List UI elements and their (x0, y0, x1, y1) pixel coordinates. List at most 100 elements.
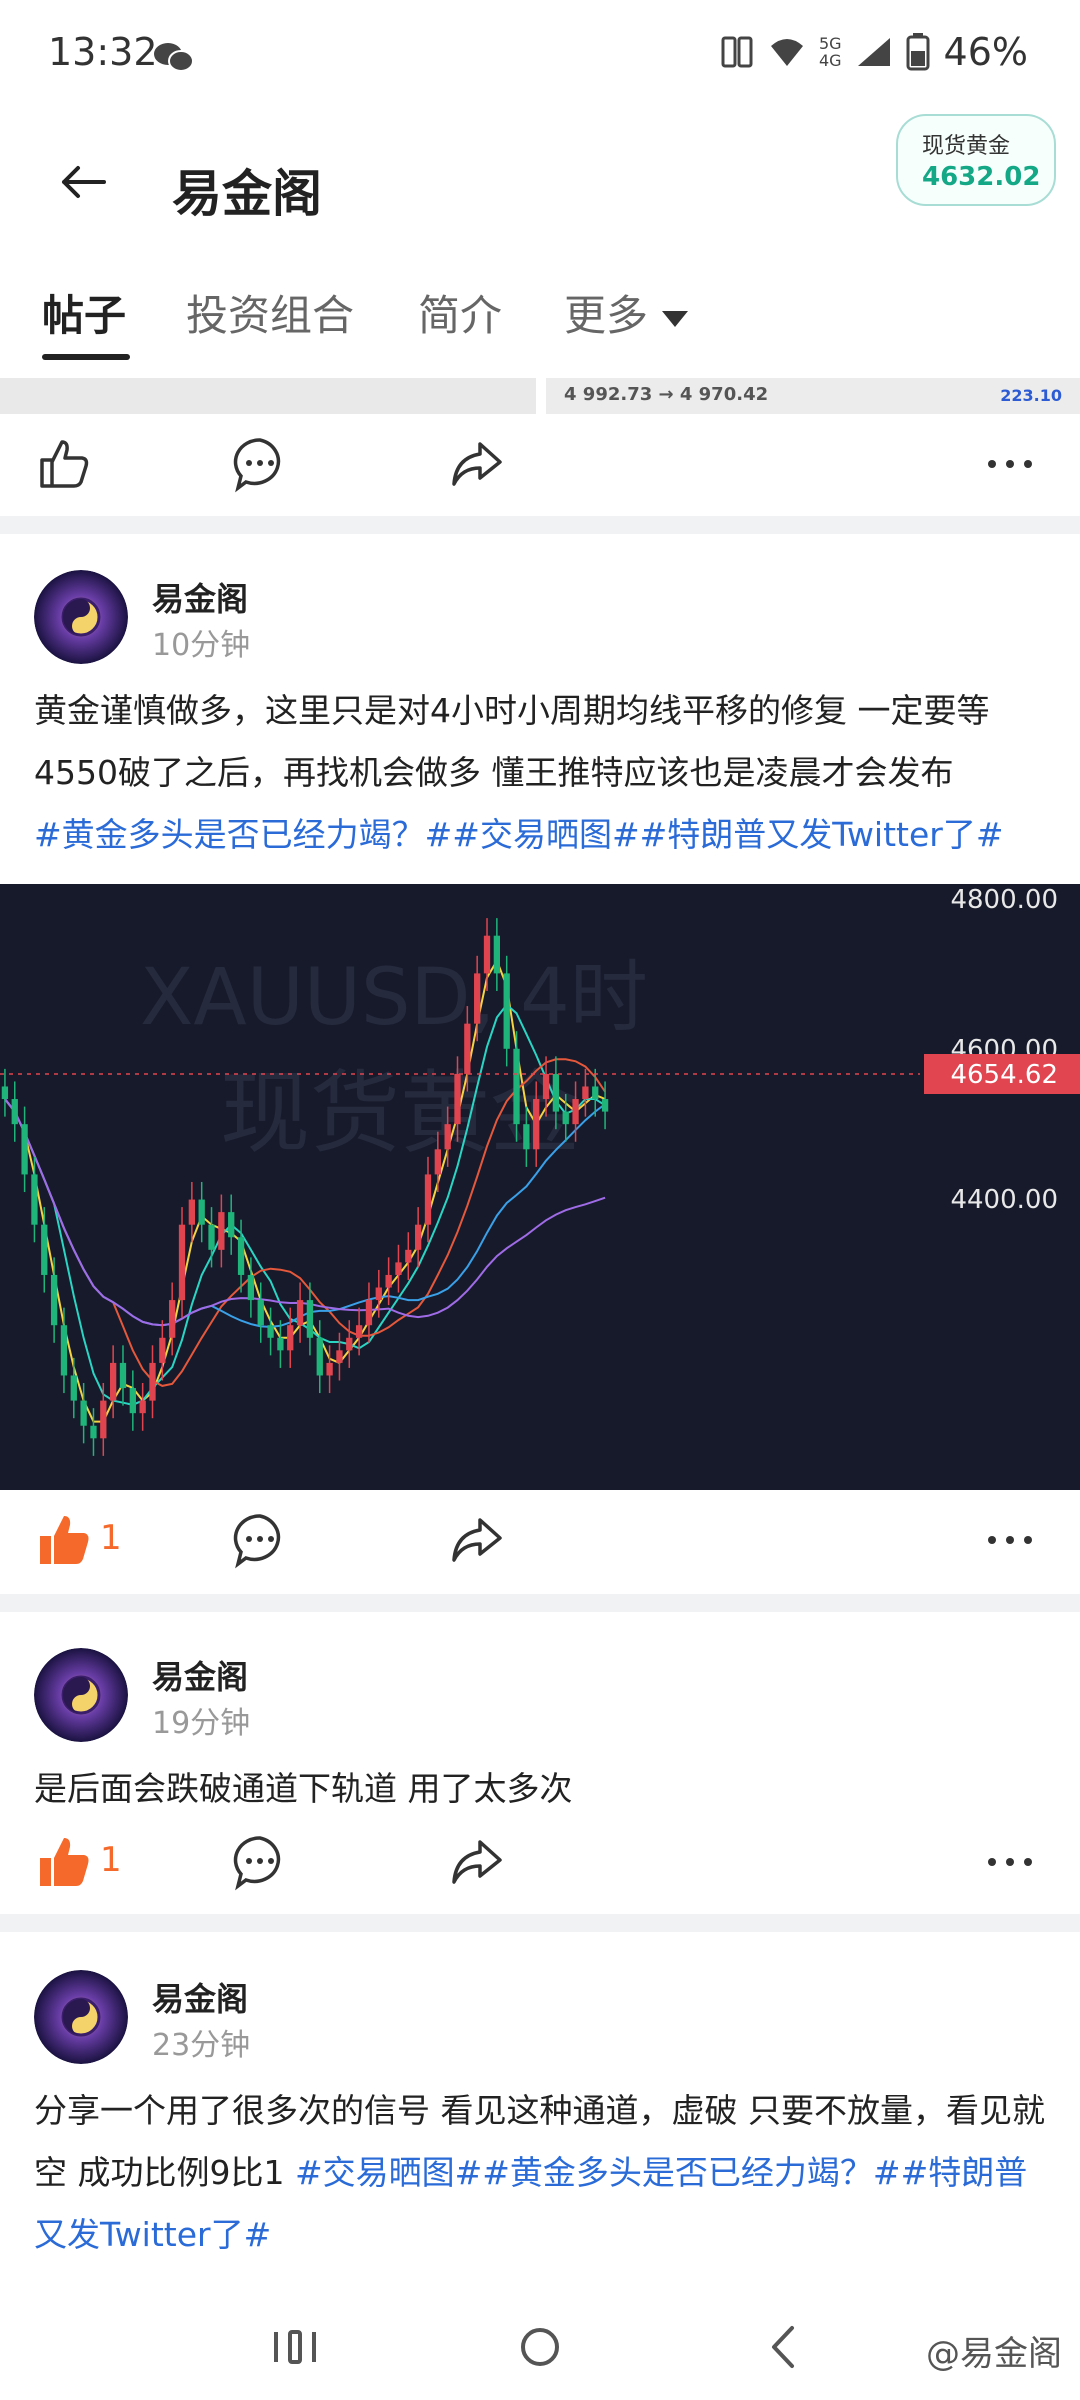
caret-down-icon (662, 310, 689, 327)
candle-body (41, 1224, 48, 1275)
comment-icon[interactable] (230, 434, 290, 494)
tab-intro[interactable]: 简介 (418, 282, 502, 343)
y-tick-label: 4400.00 (950, 1185, 1058, 1215)
candle-body (542, 1073, 550, 1100)
candle-body (247, 1274, 255, 1301)
candle-body (513, 1048, 520, 1125)
candle-body (287, 1325, 294, 1351)
current-price-label: 4654.62 (950, 1060, 1058, 1090)
share-icon[interactable] (446, 1510, 506, 1570)
avatar[interactable] (34, 1648, 128, 1742)
battery-icon (906, 33, 930, 71)
page-title: 易金阁 (172, 165, 322, 223)
candle-body (434, 1149, 441, 1175)
post-chart-image[interactable]: XAUUSD, 4时 现货黄金 4800.00 4600.00 4400.00 … (0, 884, 1080, 1490)
spot-gold-price: 4632.02 (922, 162, 1041, 192)
more-options-icon[interactable] (980, 434, 1040, 494)
post-content[interactable]: 黄金谨慎做多，这里只是对4小时小周期均线平移的修复 一定要等4550破了之后，再… (34, 680, 1054, 866)
candle-body (109, 1362, 117, 1401)
home-icon[interactable] (505, 2312, 575, 2382)
profile-tabs: 帖子 投资组合 简介 更多 (0, 270, 1080, 370)
status-bar: 13:32 5G 4G 46% (0, 0, 1080, 110)
system-nav-bar: @易金阁 (0, 2290, 1080, 2400)
candle-body (474, 973, 481, 1024)
candlestick-chart: XAUUSD, 4时 现货黄金 4800.00 4600.00 4400.00 … (0, 885, 1080, 1456)
previous-post-image: 4 992.73 → 4 970.42 223.10 (0, 378, 1080, 414)
candle-body (70, 1375, 77, 1401)
app-header: 易金阁 现货黄金 4632.02 (0, 110, 1080, 260)
tab-more[interactable]: 更多 (564, 282, 689, 343)
like-filled-icon[interactable] (34, 1510, 94, 1570)
candle-body (277, 1337, 284, 1351)
candle-body (129, 1388, 136, 1414)
share-icon[interactable] (446, 434, 506, 494)
signal-icon (857, 38, 890, 66)
avatar[interactable] (34, 1970, 128, 2064)
candle-body (454, 1073, 461, 1125)
wifi-icon (770, 39, 803, 66)
like-count: 1 (100, 1840, 122, 1880)
spot-gold-label: 现货黄金 (922, 134, 1011, 159)
candle-body (395, 1262, 402, 1275)
candle-body (601, 1099, 609, 1112)
watermark: @易金阁 (926, 2334, 1062, 2374)
avatar[interactable] (34, 570, 128, 664)
candle-body (424, 1174, 432, 1225)
candle-body (149, 1362, 156, 1401)
post-header: 易金阁 23分钟 (0, 1970, 1080, 2090)
candle-body (414, 1224, 422, 1250)
candle-body (552, 1073, 560, 1112)
tab-more-label: 更多 (564, 291, 649, 340)
back-arrow-icon[interactable] (54, 152, 114, 212)
candle-body (444, 1124, 451, 1150)
tab-portfolio[interactable]: 投资组合 (186, 282, 354, 343)
candle-body (385, 1274, 392, 1288)
more-options-icon[interactable] (980, 1510, 1040, 1570)
candle-body (296, 1300, 304, 1326)
candle-body (503, 973, 510, 1049)
network-labels: 5G 4G (819, 35, 842, 69)
more-options-icon[interactable] (980, 1832, 1040, 1892)
back-nav-icon[interactable] (750, 2312, 820, 2382)
strip-left (0, 378, 536, 414)
recent-apps-icon[interactable] (260, 2312, 330, 2382)
candle-body (493, 935, 501, 974)
post-actions: 1 (0, 1818, 1080, 1908)
comment-icon[interactable] (230, 1510, 290, 1570)
post-time: 19分钟 (152, 1706, 251, 1741)
strip-right: 4 992.73 → 4 970.42 223.10 (546, 378, 1080, 414)
share-icon[interactable] (446, 1832, 506, 1892)
candle-body (80, 1400, 87, 1426)
nfc-icon (721, 36, 753, 68)
post-content[interactable]: 分享一个用了很多次的信号 看见这种通道，虚破 只要不放量，看见就空 成功比例9比… (34, 2080, 1054, 2266)
net2-label: 4G (818, 51, 842, 70)
post-tags[interactable]: #黄金多头是否已经力竭？##交易晒图##特朗普又发Twitter了# (34, 815, 1004, 854)
like-filled-icon[interactable] (34, 1832, 94, 1892)
status-right: 5G 4G 46% (719, 30, 1028, 74)
like-outline-icon[interactable] (34, 434, 94, 494)
post-author[interactable]: 易金阁 (152, 574, 248, 620)
strip-number: 223.10 (1000, 386, 1062, 405)
comment-icon[interactable] (230, 1832, 290, 1892)
candle-body (159, 1337, 166, 1363)
post-content[interactable]: 是后面会跌破通道下轨道 用了太多次 (34, 1758, 1054, 1820)
candle-body (326, 1362, 333, 1376)
candle-body (60, 1325, 68, 1376)
strip-price-change: 4 992.73 → 4 970.42 (564, 384, 769, 405)
tab-posts[interactable]: 帖子 (42, 282, 126, 343)
candle-body (592, 1086, 599, 1100)
post-author[interactable]: 易金阁 (152, 1974, 248, 2020)
post-time: 10分钟 (152, 628, 251, 663)
post-body: 黄金谨慎做多，这里只是对4小时小周期均线平移的修复 一定要等4550破了之后，再… (34, 691, 990, 792)
like-count: 1 (100, 1518, 122, 1558)
candle-body (533, 1099, 540, 1150)
wechat-icon (154, 43, 194, 72)
candle-body (178, 1224, 186, 1301)
candle-body (355, 1325, 363, 1338)
post-author[interactable]: 易金阁 (152, 1652, 248, 1698)
spot-gold-card[interactable]: 现货黄金 4632.02 (896, 114, 1056, 206)
candle-body (188, 1199, 196, 1225)
candle-body (208, 1224, 215, 1250)
candle-body (228, 1212, 235, 1238)
candle-body (21, 1124, 28, 1175)
